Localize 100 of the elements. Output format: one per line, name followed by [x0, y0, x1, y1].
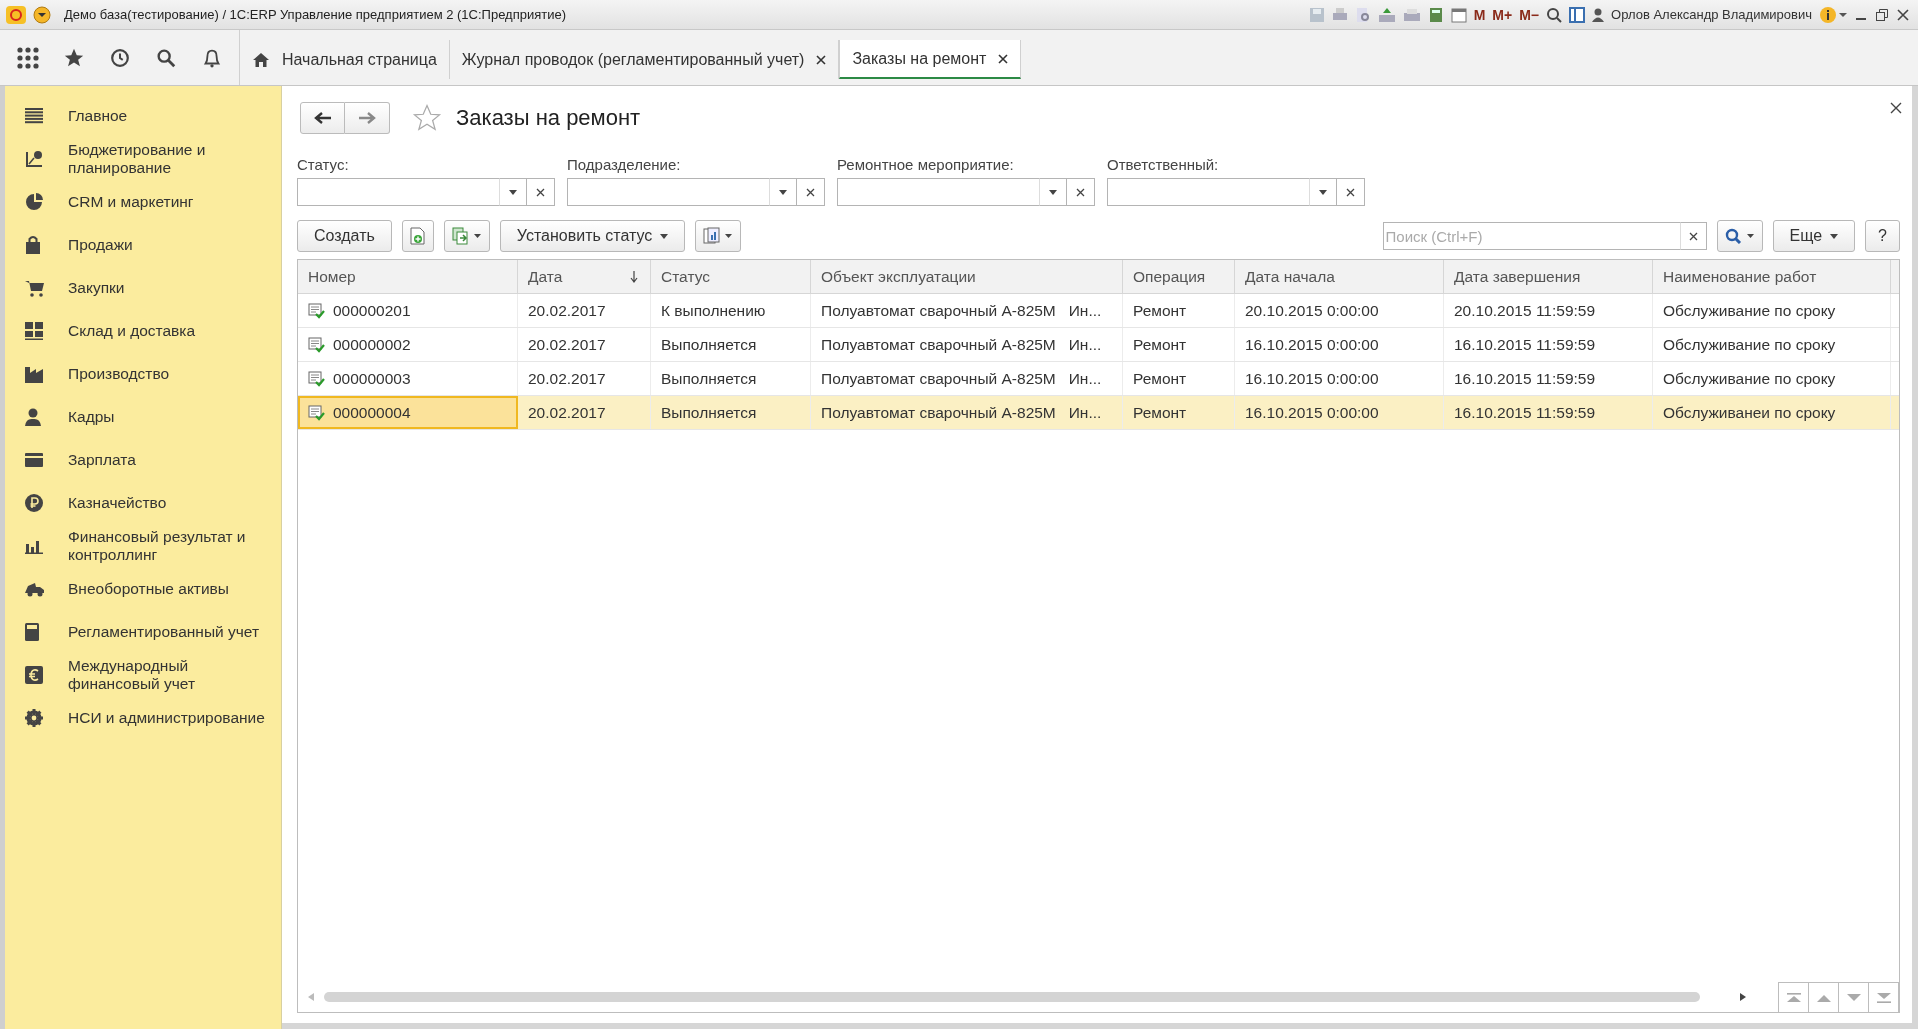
euro-icon	[25, 665, 43, 684]
caret-icon	[1049, 189, 1057, 195]
table-cell: 000000201	[298, 294, 518, 327]
scroll-left-icon[interactable]	[308, 993, 314, 1001]
column-header[interactable]: Объект эксплуатации	[811, 260, 1123, 293]
print-icon[interactable]	[1331, 6, 1348, 23]
filter-field[interactable]	[837, 178, 1039, 206]
close-icon[interactable]	[998, 53, 1009, 64]
help-button[interactable]: ?	[1865, 220, 1900, 252]
dropdown-button[interactable]	[769, 178, 797, 206]
close-icon[interactable]	[816, 54, 827, 65]
table-cell: 16.10.2015 0:00:00	[1235, 362, 1444, 395]
factory-icon	[25, 364, 43, 383]
table-cell: Ремонт	[1123, 362, 1235, 395]
panels-icon[interactable]	[1569, 6, 1586, 23]
back-button[interactable]	[300, 102, 345, 134]
clear-button[interactable]	[797, 178, 825, 206]
scroll-right-icon[interactable]	[1740, 993, 1746, 1001]
sidebar-item[interactable]: Бюджетирование и планирование	[5, 137, 281, 180]
report-icon	[703, 227, 734, 245]
dropdown-button[interactable]	[1039, 178, 1067, 206]
column-header[interactable]: Дата завершения	[1444, 260, 1653, 293]
table-cell: Выполняется	[651, 328, 811, 361]
sidebar-item[interactable]: Казначейство	[5, 481, 281, 524]
table-cell: Выполняется	[651, 362, 811, 395]
zoom-icon[interactable]	[1546, 6, 1563, 23]
filter-field[interactable]	[567, 178, 769, 206]
search-field[interactable]: Поиск (Ctrl+F)	[1382, 222, 1681, 250]
column-header[interactable]: Дата начала	[1235, 260, 1444, 293]
dropdown-button[interactable]	[1309, 178, 1337, 206]
memory-button[interactable]: M+	[1492, 6, 1513, 23]
table-cell: 16.10.2015 11:59:59	[1444, 396, 1653, 429]
star-icon[interactable]	[412, 103, 442, 133]
clear-button[interactable]	[1680, 222, 1707, 250]
calculator-icon[interactable]	[1427, 6, 1444, 23]
table-row[interactable]: 000000004 20.02.2017 Выполняется Полуавтомат сварочный А-825М Ин... Ремонт 16.10.2015 0:00:00 16.10.2015 11:59:59 Обслуживанеи по сроку	[298, 396, 1899, 430]
clear-icon	[536, 187, 545, 197]
table-cell: 20.10.2015 0:00:00	[1235, 294, 1444, 327]
sidebar-item[interactable]: Склад и доставка	[5, 309, 281, 352]
history-icon[interactable]	[109, 46, 131, 69]
down-triangle-icon	[1846, 993, 1861, 1002]
column-header[interactable]: Наименование работ	[1653, 260, 1891, 293]
table-row[interactable]: 000000002 20.02.2017 Выполняется Полуавтомат сварочный А-825М Ин... Ремонт 16.10.2015 0:00:00 16.10.2015 11:59:59 Обслуживание по сроку	[298, 328, 1899, 362]
upload-icon[interactable]	[1377, 6, 1396, 23]
clear-button[interactable]	[1337, 178, 1365, 206]
restore-icon[interactable]	[1875, 7, 1889, 22]
dropdown-icon[interactable]	[33, 5, 51, 24]
column-header[interactable]: Номер	[298, 260, 518, 293]
clear-icon	[1346, 187, 1355, 197]
tab[interactable]: Начальная страница	[240, 40, 450, 79]
filter-label: Ремонтное мероприятие:	[837, 156, 1015, 173]
table-cell: 20.02.2017	[518, 294, 651, 327]
close-icon[interactable]	[1896, 7, 1910, 22]
info-icon[interactable]	[1819, 5, 1847, 24]
clear-icon	[1076, 187, 1085, 197]
filter-field[interactable]	[297, 178, 499, 206]
preview-icon[interactable]	[1354, 6, 1371, 23]
sidebar-item[interactable]: Зарплата	[5, 438, 281, 481]
back-arrow-icon	[313, 112, 332, 124]
column-header[interactable]: Дата	[518, 260, 651, 293]
sidebar-item[interactable]: Регламентированный учет	[5, 610, 281, 653]
search-button[interactable]	[1716, 220, 1763, 252]
sidebar-item[interactable]: Продажи	[5, 223, 281, 266]
caret-icon	[509, 189, 517, 195]
sidebar-item[interactable]: Международный финансовый учет	[5, 653, 281, 696]
cart-icon	[25, 278, 45, 297]
column-header[interactable]: Статус	[651, 260, 811, 293]
sidebar-item[interactable]: Финансовый результат и контроллинг	[5, 524, 281, 567]
print-report-button[interactable]	[695, 220, 742, 252]
apps-grid-icon[interactable]	[17, 46, 39, 69]
column-header[interactable]: Операция	[1123, 260, 1235, 293]
filter-field[interactable]	[1107, 178, 1309, 206]
clear-button[interactable]	[1067, 178, 1095, 206]
sidebar-item[interactable]: НСИ и администрирование	[5, 696, 281, 739]
printer-icon[interactable]	[1402, 6, 1421, 23]
sidebar-item[interactable]: Кадры	[5, 395, 281, 438]
sidebar-item[interactable]: Закупки	[5, 266, 281, 309]
close-icon[interactable]	[1890, 102, 1902, 114]
table-row[interactable]: 000000201 20.02.2017 К выполнению Полуавтомат сварочный А-825М Ин... Ремонт 20.10.2015 0:00:00 20.10.2015 11:59:59 Обслуживание по сроку	[298, 294, 1899, 328]
dropdown-button[interactable]	[499, 178, 527, 206]
clear-button[interactable]	[527, 178, 555, 206]
more-button[interactable]: Еще	[1772, 220, 1856, 252]
table-cell: 20.02.2017	[518, 328, 651, 361]
copy-button[interactable]	[401, 220, 434, 252]
create-button[interactable]: Создать	[297, 220, 392, 252]
sidebar-item[interactable]: Главное	[5, 94, 281, 137]
table-cell: Полуавтомат сварочный А-825М Ин...	[811, 294, 1123, 327]
sidebar-item[interactable]: Производство	[5, 352, 281, 395]
set-status-button[interactable]: Установить статус	[499, 220, 686, 252]
sidebar-item[interactable]: CRM и маркетинг	[5, 180, 281, 223]
document-check-icon	[308, 302, 325, 319]
sidebar-item[interactable]: Внеоборотные активы	[5, 567, 281, 610]
memory-button[interactable]: M−	[1519, 6, 1540, 23]
user-name[interactable]: Орлов Александр Владимирович	[1611, 7, 1812, 22]
gear-icon	[25, 708, 43, 727]
calendar-icon[interactable]	[1450, 6, 1467, 23]
tab[interactable]: Заказы на ремонт	[839, 40, 1022, 79]
memory-button[interactable]: M	[1473, 6, 1486, 23]
create-based-on-button[interactable]	[443, 220, 490, 252]
document-check-icon	[308, 336, 325, 353]
